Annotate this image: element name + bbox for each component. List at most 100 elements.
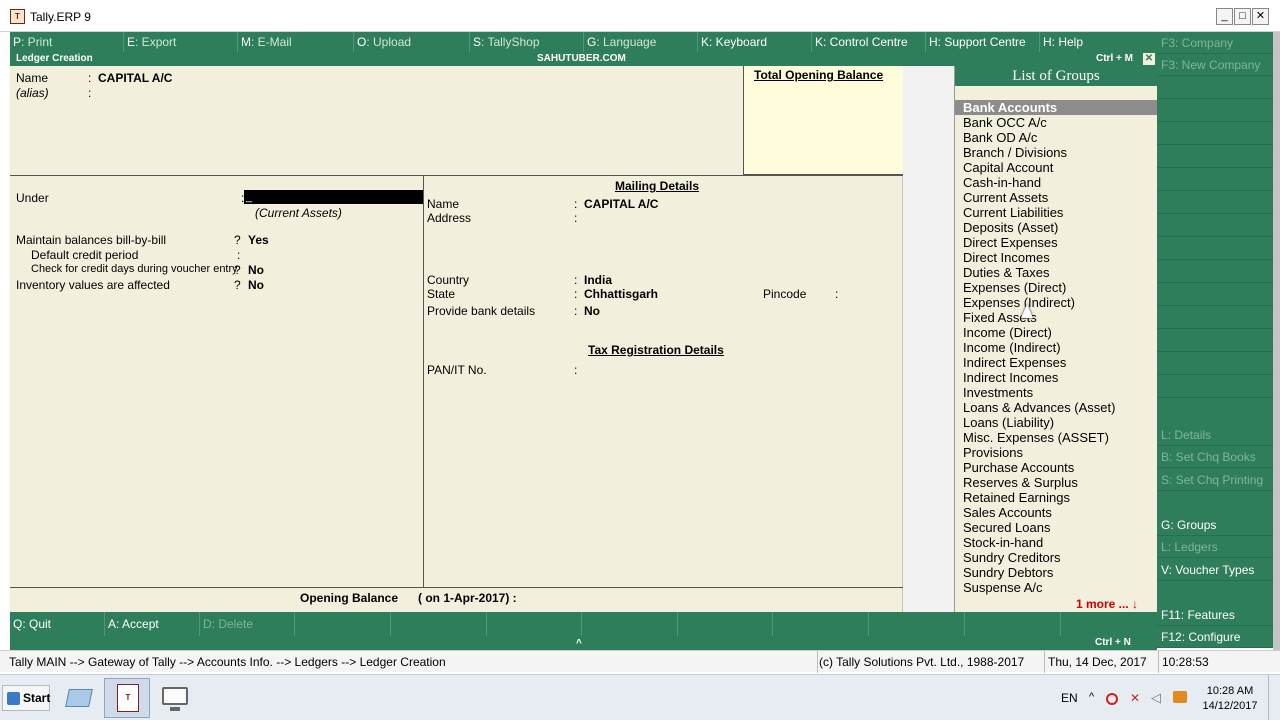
record-tray-icon[interactable]: [1106, 693, 1118, 705]
group-list-item[interactable]: Indirect Incomes: [955, 370, 1157, 385]
set-chq-books-button[interactable]: B: Set Chq Books: [1157, 446, 1273, 468]
ledgers-button[interactable]: L: Ledgers: [1157, 536, 1273, 558]
taskbar-clock-date[interactable]: 14/12/2017: [1200, 700, 1260, 712]
tally-taskbar-icon: T: [117, 684, 139, 712]
group-list-item[interactable]: Fixed Assets: [955, 310, 1157, 325]
group-list-item[interactable]: Branch / Divisions: [955, 145, 1157, 160]
ledger-creation-form: Name : CAPITAL A/C (alias) : Total Openi…: [10, 66, 903, 612]
group-list-item[interactable]: Sales Accounts: [955, 505, 1157, 520]
check-credit-days-label: Check for credit days during voucher ent…: [31, 263, 238, 275]
show-desktop-button[interactable]: [1268, 675, 1280, 720]
menu-export[interactable]: E: Export: [124, 32, 238, 52]
minimize-button[interactable]: _: [1216, 8, 1233, 25]
group-list-item[interactable]: Sundry Debtors: [955, 565, 1157, 580]
top-menu-bar: P: Print E: Export M: E-Mail O: Upload S…: [10, 32, 1157, 52]
inventory-affected-value[interactable]: No: [248, 278, 264, 292]
quick-launch-desktop-icon[interactable]: [58, 681, 100, 715]
under-input[interactable]: _: [244, 190, 423, 204]
name-field[interactable]: CAPITAL A/C: [98, 71, 172, 85]
mouse-cursor-icon: [1021, 304, 1033, 318]
group-list-item[interactable]: Deposits (Asset): [955, 220, 1157, 235]
taskbar-recorder-button[interactable]: [152, 678, 198, 718]
check-credit-days-value[interactable]: No: [248, 263, 264, 277]
opening-balance-label: Opening Balance: [300, 591, 399, 605]
group-list-item[interactable]: Suspense A/c: [955, 580, 1157, 595]
menu-language[interactable]: G: Language: [584, 32, 698, 52]
state-field[interactable]: Chhattisgarh: [584, 287, 658, 301]
group-list-item[interactable]: Direct Incomes: [955, 250, 1157, 265]
group-list-item[interactable]: Investments: [955, 385, 1157, 400]
spacer-panel: [903, 66, 954, 612]
group-list-item[interactable]: Income (Indirect): [955, 340, 1157, 355]
group-list-item[interactable]: Retained Earnings: [955, 490, 1157, 505]
voucher-types-button[interactable]: V: Voucher Types: [1157, 559, 1273, 581]
delete-button[interactable]: D: Delete: [200, 612, 295, 636]
f11-features-button[interactable]: F11: Features: [1157, 604, 1273, 626]
group-list-item[interactable]: Current Assets: [955, 190, 1157, 205]
group-list-item[interactable]: Cash-in-hand: [955, 175, 1157, 190]
more-groups-indicator[interactable]: 1 more ... ↓: [1076, 597, 1138, 611]
menu-tallyshop[interactable]: S: TallyShop: [470, 32, 584, 52]
start-button[interactable]: Start: [2, 685, 50, 711]
under-label: Under: [16, 191, 49, 205]
network-tray-icon[interactable]: ✕: [1130, 691, 1140, 705]
group-list-item[interactable]: Direct Expenses: [955, 235, 1157, 250]
country-label: Country: [427, 273, 470, 287]
f3-new-company-button[interactable]: F3: New Company: [1157, 54, 1273, 76]
group-list-item[interactable]: Indirect Expenses: [955, 355, 1157, 370]
details-button[interactable]: L: Details: [1157, 424, 1273, 446]
opening-balance-date: ( on 1-Apr-2017) :: [418, 591, 517, 605]
group-list-item[interactable]: Expenses (Direct): [955, 280, 1157, 295]
group-list-item[interactable]: Current Liabilities: [955, 205, 1157, 220]
close-window-button[interactable]: ✕: [1252, 8, 1269, 25]
group-list-item[interactable]: Duties & Taxes: [955, 265, 1157, 280]
maximize-button[interactable]: □: [1234, 8, 1251, 25]
menu-upload[interactable]: O: Upload: [354, 32, 470, 52]
menu-keyboard[interactable]: K: Keyboard: [698, 32, 812, 52]
taskbar-clock-time[interactable]: 10:28 AM: [1202, 685, 1258, 697]
mailing-name-field[interactable]: CAPITAL A/C: [584, 197, 658, 211]
f3-company-button[interactable]: F3: Company: [1157, 32, 1273, 54]
bill-by-bill-value[interactable]: Yes: [248, 233, 269, 247]
group-list-item[interactable]: Income (Direct): [955, 325, 1157, 340]
language-indicator[interactable]: EN: [1061, 691, 1078, 705]
set-chq-printing-button[interactable]: S: Set Chq Printing: [1157, 469, 1273, 491]
group-list-item[interactable]: Bank Accounts: [955, 100, 1157, 115]
group-list-item[interactable]: Loans & Advances (Asset): [955, 400, 1157, 415]
group-list-item[interactable]: Misc. Expenses (ASSET): [955, 430, 1157, 445]
menu-support-centre[interactable]: H: Support Centre: [926, 32, 1040, 52]
volume-tray-icon[interactable]: ◁: [1151, 690, 1161, 706]
group-list-item[interactable]: Secured Loans: [955, 520, 1157, 535]
name-label: Name: [16, 71, 49, 85]
groups-button[interactable]: G: Groups: [1157, 514, 1273, 536]
country-field[interactable]: India: [584, 273, 612, 287]
menu-email[interactable]: M: E-Mail: [238, 32, 354, 52]
menu-help[interactable]: H: Help: [1040, 32, 1157, 52]
tally-app-icon: T: [10, 9, 25, 24]
group-list-item[interactable]: Expenses (Indirect): [955, 295, 1157, 310]
taskbar-tally-button[interactable]: T: [104, 678, 150, 718]
menu-print[interactable]: P: Print: [10, 32, 124, 52]
group-list-item[interactable]: Loans (Liability): [955, 415, 1157, 430]
group-list-item[interactable]: Reserves & Surplus: [955, 475, 1157, 490]
group-list-item[interactable]: Bank OD A/c: [955, 130, 1157, 145]
close-screen-icon[interactable]: ✕: [1143, 53, 1155, 65]
notification-tray-icon[interactable]: [1173, 691, 1187, 703]
bottom-button-bar: Q: Quit A: Accept D: Delete: [10, 612, 1157, 636]
group-list-item[interactable]: Sundry Creditors: [955, 550, 1157, 565]
group-list-item[interactable]: Capital Account: [955, 160, 1157, 175]
accept-button[interactable]: A: Accept: [105, 612, 200, 636]
group-list-item[interactable]: Stock-in-hand: [955, 535, 1157, 550]
scrollbar-thumb[interactable]: [1273, 32, 1280, 650]
group-list-item[interactable]: Purchase Accounts: [955, 460, 1157, 475]
group-list-item[interactable]: Provisions: [955, 445, 1157, 460]
quit-button[interactable]: Q: Quit: [10, 612, 105, 636]
tax-registration-title: Tax Registration Details: [588, 343, 724, 357]
f12-configure-button[interactable]: F12: Configure: [1157, 626, 1273, 648]
tray-expand-icon[interactable]: ^: [1089, 691, 1094, 703]
bank-details-value[interactable]: No: [584, 304, 600, 318]
group-list-item[interactable]: Bank OCC A/c: [955, 115, 1157, 130]
breadcrumb: Tally MAIN --> Gateway of Tally --> Acco…: [9, 655, 446, 669]
scroll-up-caret-icon[interactable]: ^: [576, 637, 582, 651]
menu-control-centre[interactable]: K: Control Centre: [812, 32, 926, 52]
